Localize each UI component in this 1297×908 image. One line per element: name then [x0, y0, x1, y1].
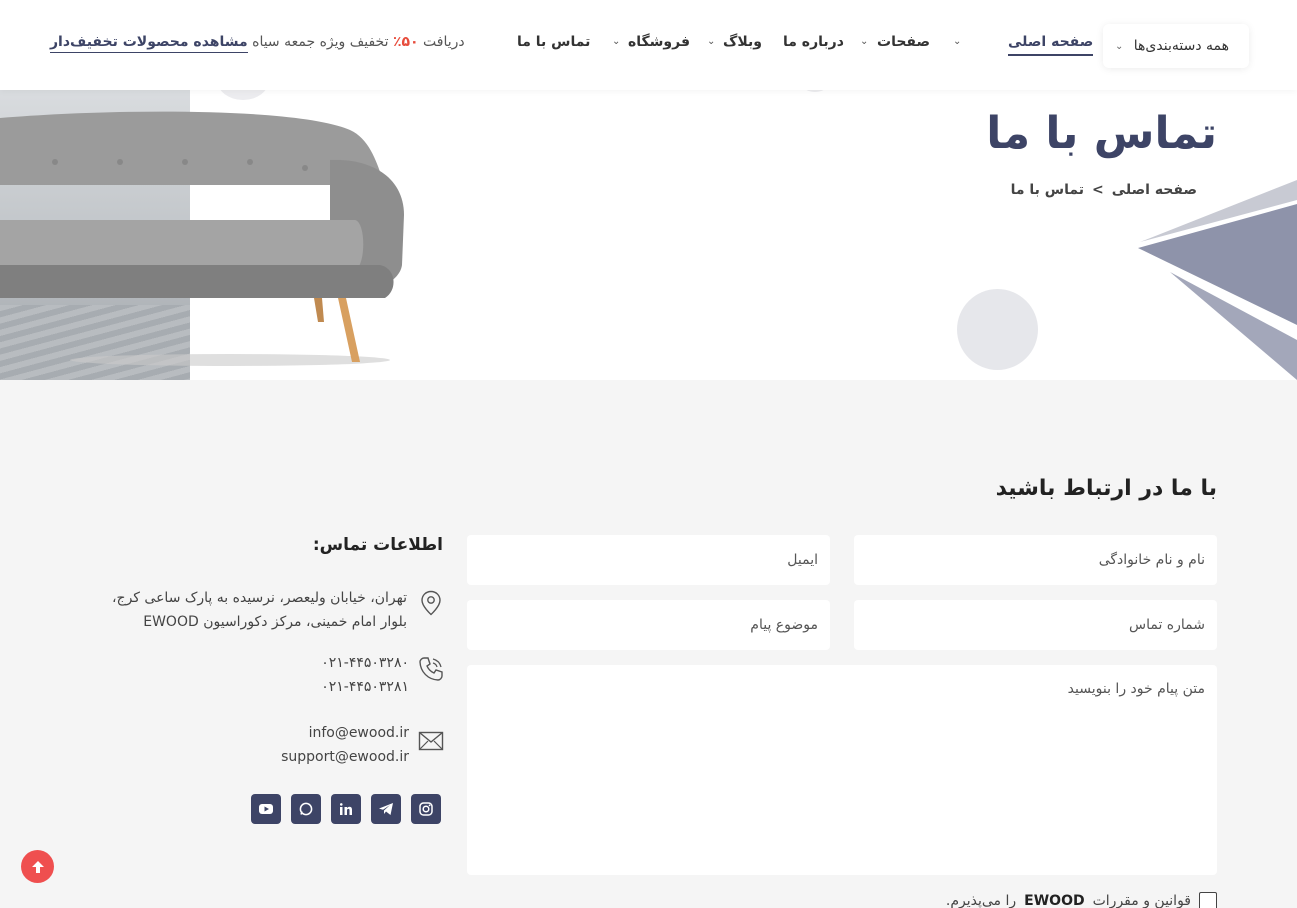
nav-about[interactable]: درباره ما [783, 34, 844, 50]
terms-brand: EWOOD [1024, 893, 1085, 908]
name-placeholder: نام و نام خانوادگی [1098, 552, 1205, 568]
page-hero: تماس با ما صفحه اصلی > تماس با ما [0, 90, 1297, 380]
phone-field[interactable]: شماره تماس [854, 600, 1217, 650]
phone-icon [419, 657, 443, 681]
terms-prefix: قوانین و مقررات [1092, 893, 1191, 908]
chevron-down-icon[interactable]: ⌄ [860, 36, 868, 47]
breadcrumb-current: تماس با ما [1010, 182, 1084, 198]
arrow-up-icon [31, 860, 44, 873]
phone-placeholder: شماره تماس [1129, 617, 1205, 633]
page-title: تماس با ما [986, 108, 1217, 159]
decor-triangles [1138, 180, 1297, 380]
chevron-down-icon: ⌄ [1115, 40, 1124, 52]
name-field[interactable]: نام و نام خانوادگی [854, 535, 1217, 585]
social-links [251, 794, 441, 824]
message-placeholder: متن پیام خود را بنویسید [1067, 681, 1205, 697]
terms-checkbox[interactable] [1199, 892, 1217, 908]
breadcrumb-home[interactable]: صفحه اصلی [1112, 182, 1197, 198]
promo-text: تخفیف ویژه جمعه سیاه [252, 34, 389, 50]
chevron-down-icon[interactable]: ⌄ [953, 36, 961, 47]
chevron-down-icon[interactable]: ⌄ [612, 36, 620, 47]
terms-checkbox-row[interactable]: قوانین و مقررات EWOOD را می‌پذیرم. [946, 892, 1217, 908]
nav-home[interactable]: صفحه اصلی [1008, 34, 1094, 56]
all-categories-dropdown[interactable]: همه دسته‌بندی‌ها ⌄ [1103, 24, 1249, 68]
terms-suffix: را می‌پذیرم. [945, 893, 1017, 908]
instagram-icon[interactable] [411, 794, 441, 824]
email-field[interactable]: ایمیل [467, 535, 830, 585]
decor-circle [800, 90, 830, 92]
site-header: همه دسته‌بندی‌ها ⌄ صفحه اصلی ⌄ صفحات ⌄ د… [0, 0, 1297, 90]
nav-pages[interactable]: صفحات [877, 34, 930, 50]
message-textarea[interactable]: متن پیام خود را بنویسید [467, 665, 1217, 875]
mail-icon [418, 731, 444, 751]
decor-circle [957, 289, 1038, 370]
youtube-icon[interactable] [251, 794, 281, 824]
subject-placeholder: موضوع پیام [750, 617, 818, 633]
nav-blog[interactable]: وبلاگ [723, 34, 762, 50]
contact-section-title: با ما در ارتباط باشید [995, 476, 1217, 501]
contact-info-title: اطلاعات تماس: [312, 535, 443, 555]
breadcrumb-separator: > [1092, 182, 1104, 198]
promo-percent: ۵۰٪ [392, 34, 419, 50]
address: تهران، خیابان ولیعصر، نرسیده به پارک ساع… [67, 586, 407, 634]
emails: info@ewood.ir support@ewood.ir [189, 721, 409, 769]
all-categories-label: همه دسته‌بندی‌ها [1133, 38, 1229, 54]
sofa-image [0, 111, 404, 366]
address-line1: تهران، خیابان ولیعصر، نرسیده به پارک ساع… [112, 590, 407, 606]
email-placeholder: ایمیل [787, 552, 818, 568]
phones: ۰۲۱-۴۴۵۰۳۲۸۰ ۰۲۱-۴۴۵۰۳۲۸۱ [209, 651, 409, 699]
location-pin-icon [421, 590, 441, 616]
scroll-to-top-button[interactable] [21, 850, 54, 883]
subject-field[interactable]: موضوع پیام [467, 600, 830, 650]
promo-prefix: دریافت [423, 34, 465, 50]
nav-contact[interactable]: تماس با ما [517, 34, 590, 50]
email-support[interactable]: support@ewood.ir [189, 745, 409, 769]
breadcrumb: صفحه اصلی > تماس با ما [1011, 182, 1197, 198]
whatsapp-icon[interactable] [291, 794, 321, 824]
linkedin-icon[interactable] [331, 794, 361, 824]
promo-link[interactable]: مشاهده محصولات تخفیف‌دار [50, 34, 248, 53]
telegram-icon[interactable] [371, 794, 401, 824]
promo-banner: دریافت ۵۰٪ تخفیف ویژه جمعه سیاه مشاهده م… [50, 34, 465, 53]
phone-number-1[interactable]: ۰۲۱-۴۴۵۰۳۲۸۰ [209, 651, 409, 675]
nav-shop[interactable]: فروشگاه [628, 34, 690, 50]
phone-number-2[interactable]: ۰۲۱-۴۴۵۰۳۲۸۱ [209, 675, 409, 699]
email-info[interactable]: info@ewood.ir [189, 721, 409, 745]
address-line2: بلوار امام خمینی، مرکز دکوراسیون EWOOD [143, 614, 407, 630]
chevron-down-icon[interactable]: ⌄ [707, 36, 715, 47]
